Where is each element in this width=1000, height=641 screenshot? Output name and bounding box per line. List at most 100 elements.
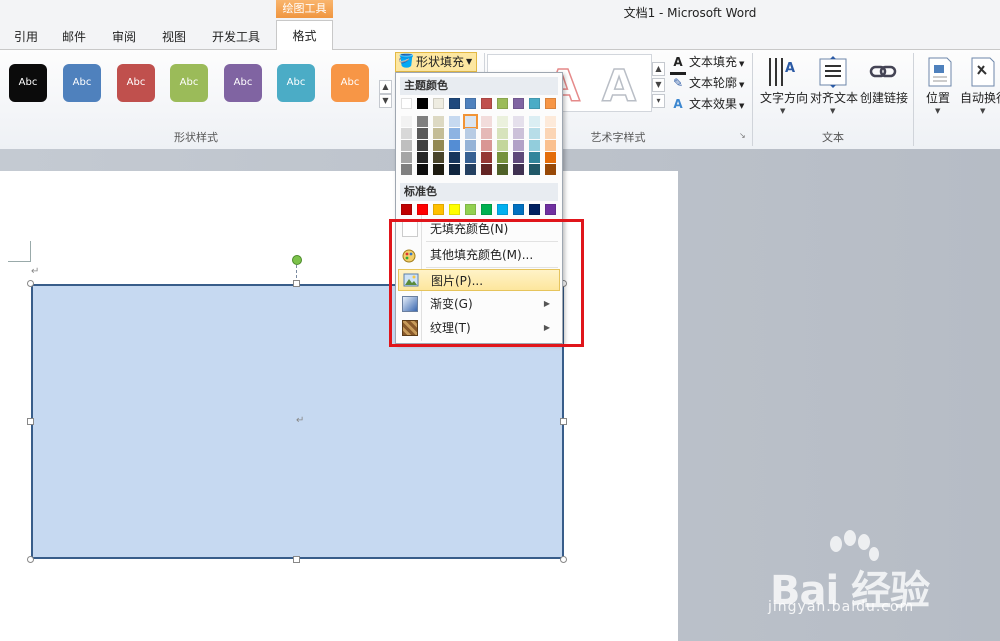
scroll-down-icon[interactable]: ▼: [379, 94, 392, 108]
theme-shade-swatch[interactable]: [497, 140, 508, 151]
position-button[interactable]: 位置: [920, 89, 956, 106]
shape-style-purple[interactable]: Abc: [224, 64, 262, 102]
theme-shade-swatch[interactable]: [449, 152, 460, 163]
theme-shade-swatch[interactable]: [497, 152, 508, 163]
theme-shade-swatch[interactable]: [545, 140, 556, 151]
theme-shade-swatch[interactable]: [417, 152, 428, 163]
theme-shade-swatch[interactable]: [545, 128, 556, 139]
shape-style-black[interactable]: Abc: [9, 64, 47, 102]
theme-shade-swatch[interactable]: [481, 164, 492, 175]
theme-shade-swatch[interactable]: [481, 128, 492, 139]
wordart-scroll-down-icon[interactable]: ▼: [652, 78, 665, 92]
theme-shade-swatch[interactable]: [433, 128, 444, 139]
scroll-up-icon[interactable]: ▲: [379, 80, 392, 94]
theme-shade-swatch[interactable]: [513, 152, 524, 163]
standard-color-swatch[interactable]: [545, 204, 556, 215]
theme-shade-swatch[interactable]: [417, 140, 428, 151]
text-direction-button[interactable]: 文字方向: [757, 89, 811, 106]
theme-color-swatch[interactable]: [449, 98, 460, 109]
standard-color-swatch[interactable]: [481, 204, 492, 215]
theme-color-swatch[interactable]: [529, 98, 540, 109]
resize-handle-top-left[interactable]: [27, 280, 34, 287]
standard-color-swatch[interactable]: [449, 204, 460, 215]
standard-color-swatch[interactable]: [529, 204, 540, 215]
theme-color-swatch[interactable]: [401, 98, 412, 109]
theme-shade-swatch[interactable]: [481, 152, 492, 163]
theme-shade-swatch[interactable]: [529, 128, 540, 139]
theme-shade-swatch[interactable]: [529, 140, 540, 151]
create-link-button[interactable]: 创建链接: [858, 89, 910, 106]
tab-view[interactable]: 视图: [154, 26, 194, 48]
shape-style-green[interactable]: Abc: [170, 64, 208, 102]
text-fill-button[interactable]: A 文本填充 ▼: [670, 52, 744, 75]
theme-shade-swatch[interactable]: [449, 164, 460, 175]
text-effects-button[interactable]: A 文本效果 ▼: [670, 94, 744, 114]
theme-shade-swatch[interactable]: [465, 140, 476, 151]
align-text-button[interactable]: 对齐文本: [808, 89, 860, 106]
theme-shade-swatch[interactable]: [449, 116, 460, 127]
tab-developer[interactable]: 开发工具: [204, 26, 268, 48]
shape-style-blue[interactable]: Abc: [63, 64, 101, 102]
theme-shade-swatch[interactable]: [481, 116, 492, 127]
theme-shade-swatch[interactable]: [401, 140, 412, 151]
theme-color-swatch[interactable]: [417, 98, 428, 109]
theme-shade-swatch[interactable]: [449, 140, 460, 151]
shape-style-orange[interactable]: Abc: [331, 64, 369, 102]
theme-shade-swatch[interactable]: [465, 164, 476, 175]
theme-shade-swatch[interactable]: [545, 164, 556, 175]
standard-color-swatch[interactable]: [513, 204, 524, 215]
theme-color-swatch[interactable]: [481, 98, 492, 109]
resize-handle-bottom-right[interactable]: [560, 556, 567, 563]
tab-mailings[interactable]: 邮件: [54, 26, 94, 48]
theme-shade-swatch[interactable]: [545, 116, 556, 127]
theme-shade-swatch[interactable]: [433, 152, 444, 163]
theme-color-swatch[interactable]: [497, 98, 508, 109]
standard-color-swatch[interactable]: [433, 204, 444, 215]
theme-shade-swatch[interactable]: [513, 164, 524, 175]
wordart-scroll-up-icon[interactable]: ▲: [652, 62, 665, 76]
theme-shade-swatch[interactable]: [463, 114, 478, 129]
theme-color-swatch[interactable]: [545, 98, 556, 109]
standard-color-swatch[interactable]: [417, 204, 428, 215]
theme-color-swatch[interactable]: [465, 98, 476, 109]
theme-shade-swatch[interactable]: [449, 128, 460, 139]
theme-shade-swatch[interactable]: [401, 116, 412, 127]
standard-color-swatch[interactable]: [401, 204, 412, 215]
theme-shade-swatch[interactable]: [529, 164, 540, 175]
shape-style-red[interactable]: Abc: [117, 64, 155, 102]
standard-color-swatch[interactable]: [465, 204, 476, 215]
theme-shade-swatch[interactable]: [401, 152, 412, 163]
theme-shade-swatch[interactable]: [465, 128, 476, 139]
wordart-more-icon[interactable]: ▾: [652, 94, 665, 108]
theme-shade-swatch[interactable]: [417, 164, 428, 175]
wrap-text-button[interactable]: 自动换行: [960, 89, 1000, 106]
tab-references[interactable]: 引用: [6, 26, 46, 48]
tab-review[interactable]: 审阅: [104, 26, 144, 48]
theme-shade-swatch[interactable]: [529, 116, 540, 127]
theme-color-swatch[interactable]: [513, 98, 524, 109]
theme-shade-swatch[interactable]: [433, 116, 444, 127]
tab-format[interactable]: 格式: [276, 20, 333, 50]
shape-fill-button[interactable]: 🪣 形状填充 ▼: [395, 52, 477, 72]
theme-shade-swatch[interactable]: [417, 116, 428, 127]
theme-shade-swatch[interactable]: [401, 164, 412, 175]
theme-shade-swatch[interactable]: [401, 128, 412, 139]
theme-shade-swatch[interactable]: [497, 116, 508, 127]
shape-style-aqua[interactable]: Abc: [277, 64, 315, 102]
theme-shade-swatch[interactable]: [529, 152, 540, 163]
dialog-launcher-icon[interactable]: ↘: [739, 131, 746, 140]
theme-color-swatch[interactable]: [433, 98, 444, 109]
theme-shade-swatch[interactable]: [513, 140, 524, 151]
theme-shade-swatch[interactable]: [545, 152, 556, 163]
resize-handle-bottom-left[interactable]: [27, 556, 34, 563]
standard-color-swatch[interactable]: [497, 204, 508, 215]
resize-handle-top[interactable]: [293, 280, 300, 287]
theme-shade-swatch[interactable]: [497, 164, 508, 175]
rotate-handle[interactable]: [292, 255, 302, 265]
theme-shade-swatch[interactable]: [465, 152, 476, 163]
theme-shade-swatch[interactable]: [513, 128, 524, 139]
theme-shade-swatch[interactable]: [433, 164, 444, 175]
text-outline-button[interactable]: ✎ 文本轮廓 ▼: [670, 73, 744, 93]
theme-shade-swatch[interactable]: [481, 140, 492, 151]
resize-handle-left[interactable]: [27, 418, 34, 425]
